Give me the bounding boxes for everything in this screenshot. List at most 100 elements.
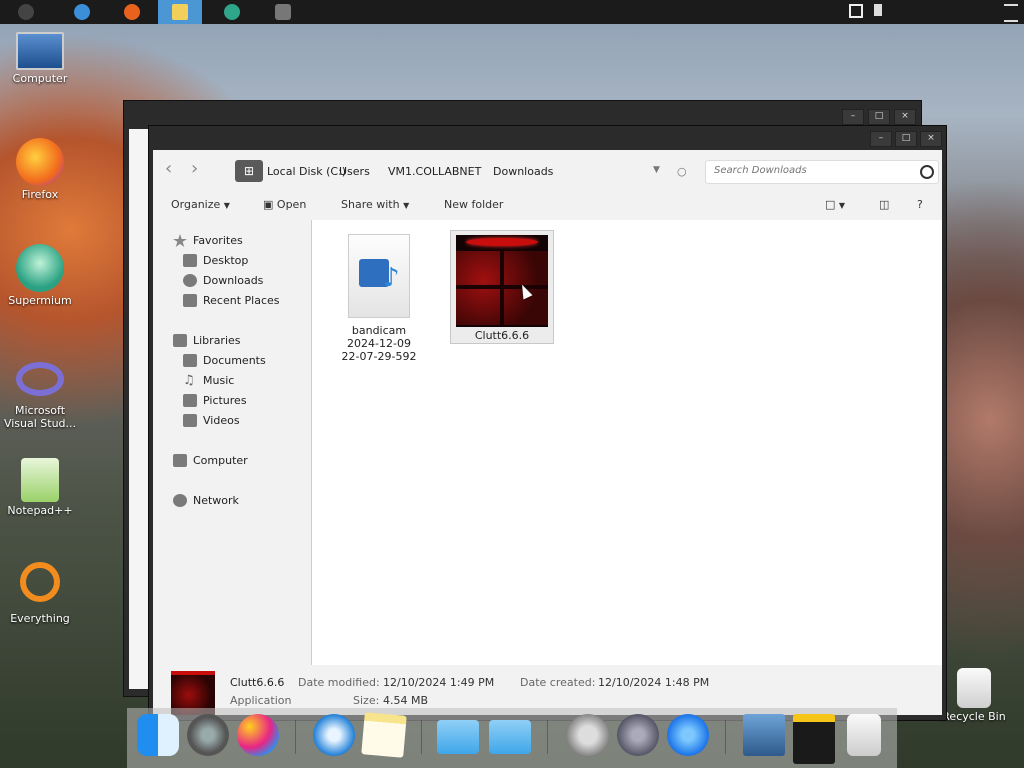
file-item-bandicam[interactable]: ♪ bandicam 2024-12-09 22-07-29-592 [334, 234, 424, 363]
chevron-down-icon: ▼ [403, 201, 410, 210]
desktop-icon-visual-studio[interactable]: Microsoft Visual Stud... [0, 356, 80, 430]
volume-muted-icon[interactable] [874, 4, 882, 16]
folder-icon[interactable] [437, 720, 479, 754]
game-center-icon[interactable] [237, 714, 279, 756]
nav-network[interactable]: Network [173, 494, 239, 507]
close-button[interactable]: × [920, 131, 942, 147]
nav-downloads[interactable]: Downloads [183, 274, 263, 287]
taskbar-ie[interactable] [60, 0, 104, 24]
network-icon[interactable] [849, 4, 863, 18]
desktop-icon-label: Everything [10, 612, 70, 625]
toolbar: Organize ▼ ▣ Open Share with ▼ New folde… [153, 188, 942, 220]
video-file-icon: ♪ [348, 234, 410, 318]
view-options-icon[interactable]: □ ▼ [825, 198, 845, 211]
file-name: Clutt6.6.6 [474, 329, 530, 342]
nav-label: Recent Places [203, 294, 280, 307]
breadcrumb-local-disk[interactable]: Local Disk (C:) [267, 165, 346, 178]
nav-computer[interactable]: Computer [173, 454, 248, 467]
preview-icon[interactable] [743, 714, 785, 756]
nav-recent-places[interactable]: Recent Places [183, 294, 280, 307]
minimize-button[interactable]: – [870, 131, 892, 147]
explorer-window: – □ × ‹ › ⊞ Local Disk (C:) Users VM1.CO… [148, 125, 947, 721]
supermium-icon [224, 4, 240, 20]
nav-videos[interactable]: Videos [183, 414, 240, 427]
help-button[interactable]: ? [917, 198, 923, 211]
star-icon [173, 234, 187, 247]
taskbar-file-explorer[interactable] [158, 0, 202, 24]
new-folder-button[interactable]: New folder [444, 198, 503, 211]
dock [127, 708, 897, 768]
start-button[interactable] [4, 0, 48, 24]
nav-desktop[interactable]: Desktop [183, 254, 248, 267]
dock-separator [725, 720, 726, 754]
search-input[interactable] [712, 164, 916, 177]
recent-locations-button[interactable]: ⊞ [235, 160, 263, 182]
nav-pictures[interactable]: Pictures [183, 394, 247, 407]
taskbar-supermium[interactable] [210, 0, 254, 24]
share-with-label: Share with [341, 198, 400, 211]
desktop-icon-everything[interactable]: Everything [0, 562, 80, 625]
desktop-icon-label: Supermium [8, 294, 72, 307]
supermium-icon [16, 244, 64, 292]
taskbar-camera[interactable] [261, 0, 305, 24]
dock-separator [547, 720, 548, 754]
back-arrow-icon[interactable]: ‹ [165, 160, 172, 178]
app-store-icon[interactable] [667, 714, 709, 756]
file-item-clutt[interactable]: Clutt6.6.6 [450, 230, 554, 344]
notepadpp-icon [21, 458, 59, 502]
nav-favorites[interactable]: Favorites [173, 234, 243, 247]
date-created-value: 12/10/2024 1:48 PM [598, 676, 710, 689]
applications-folder-icon[interactable] [489, 720, 531, 754]
start-icon [18, 4, 34, 20]
system-preferences-icon[interactable] [187, 714, 229, 756]
nav-libraries[interactable]: Libraries [173, 334, 241, 347]
menu-icon[interactable] [1004, 4, 1018, 22]
close-button[interactable]: × [894, 109, 916, 125]
nav-label: Documents [203, 354, 266, 367]
breadcrumb-users[interactable]: Users [339, 165, 370, 178]
power-icon[interactable] [567, 714, 609, 756]
dock-separator [295, 720, 296, 754]
computer-icon [173, 454, 187, 467]
file-name-line: bandicam [351, 324, 407, 337]
computer-icon [16, 32, 64, 70]
preview-pane-icon[interactable]: ◫ [879, 198, 889, 211]
minimize-button[interactable]: – [842, 109, 864, 125]
trash-icon[interactable] [847, 714, 881, 756]
details-file-name: Clutt6.6.6 [230, 676, 285, 689]
date-created-label: Date created: [520, 676, 596, 689]
nav-documents[interactable]: Documents [183, 354, 266, 367]
maximize-button[interactable]: □ [895, 131, 917, 147]
camera-app-icon [275, 4, 291, 20]
nav-label: Libraries [193, 334, 241, 347]
refresh-icon[interactable]: ○ [677, 165, 687, 178]
photo-booth-icon[interactable] [793, 714, 835, 764]
breadcrumb-downloads[interactable]: Downloads [493, 165, 553, 178]
open-icon: ▣ [263, 198, 274, 211]
launchpad-icon[interactable] [617, 714, 659, 756]
desktop-icon-supermium[interactable]: Supermium [0, 244, 80, 307]
organize-button[interactable]: Organize ▼ [171, 198, 230, 211]
forward-arrow-icon[interactable]: › [191, 160, 198, 178]
safari-icon[interactable] [313, 714, 355, 756]
nav-label: Music [203, 374, 235, 387]
breadcrumb-vm1-collabnet[interactable]: VM1.COLLABNET [388, 165, 481, 178]
size-label: Size: [353, 694, 380, 707]
library-icon [173, 334, 187, 347]
desktop-icon-firefox[interactable]: Firefox [0, 138, 80, 201]
taskbar-firefox[interactable] [110, 0, 154, 24]
maximize-button[interactable]: □ [868, 109, 890, 125]
file-explorer-icon [172, 4, 188, 20]
open-button[interactable]: ▣ Open [263, 198, 306, 211]
finder-icon[interactable] [137, 714, 179, 756]
nav-music[interactable]: ♫ Music [183, 374, 234, 387]
size-value: 4.54 MB [383, 694, 429, 707]
desktop-icon-notepadpp[interactable]: Notepad++ [0, 458, 80, 517]
open-label: Open [276, 198, 307, 211]
notes-icon[interactable] [361, 712, 407, 758]
search-box[interactable] [705, 160, 939, 184]
desktop-icon-computer[interactable]: Computer [0, 32, 80, 85]
chevron-down-icon[interactable]: ▼ [653, 165, 660, 175]
search-icon[interactable] [920, 165, 934, 179]
share-with-button[interactable]: Share with ▼ [341, 198, 409, 211]
